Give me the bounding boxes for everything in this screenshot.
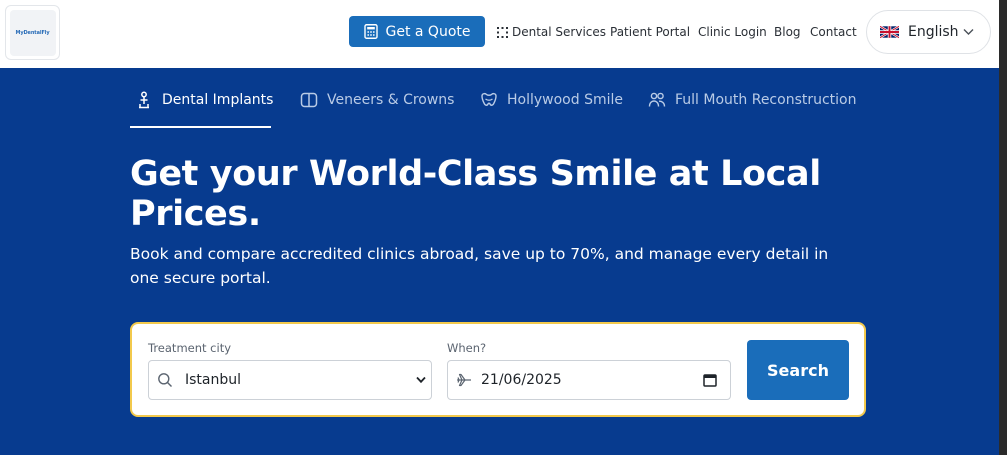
calculator-icon (363, 24, 378, 39)
tab-full-mouth-reconstruction-label: Full Mouth Reconstruction (675, 92, 857, 108)
hero-subtitle: Book and compare accredited clinics abro… (130, 245, 829, 287)
when-label: When? (447, 341, 487, 355)
grid-dots-icon (497, 26, 508, 38)
veneer-icon (300, 92, 318, 108)
scrollbar[interactable] (999, 0, 1007, 455)
active-tab-underline (130, 126, 271, 128)
hero-section: Dental Implants Veneers & Crowns Hollywo… (0, 68, 999, 455)
treatment-tabs: Dental Implants Veneers & Crowns Hollywo… (0, 68, 999, 130)
uk-flag-icon (880, 26, 899, 38)
chevron-down-icon (416, 376, 426, 384)
nav-patient-portal[interactable]: Patient Portal (610, 24, 690, 40)
tab-full-mouth-reconstruction[interactable]: Full Mouth Reconstruction (648, 92, 857, 128)
users-icon (648, 92, 666, 107)
tab-hollywood-smile[interactable]: Hollywood Smile (480, 92, 623, 128)
logo[interactable]: MyDentalFly (5, 5, 60, 60)
plane-icon (457, 373, 471, 387)
tab-veneers-crowns[interactable]: Veneers & Crowns (300, 92, 454, 128)
nav-clinic-login[interactable]: Clinic Login (698, 24, 767, 40)
treatment-city-label: Treatment city (148, 341, 232, 355)
chevron-down-icon (963, 29, 974, 35)
nav-contact[interactable]: Contact (810, 24, 857, 40)
calendar-icon[interactable] (703, 373, 717, 387)
search-icon (158, 373, 172, 387)
tab-dental-implants-label: Dental Implants (162, 92, 274, 108)
language-selector[interactable]: English (866, 10, 991, 54)
nav-dental-services-label: Dental Services (512, 25, 607, 39)
tab-veneers-crowns-label: Veneers & Crowns (327, 92, 455, 108)
travel-date-input[interactable]: 21/06/2025 (447, 360, 731, 400)
nav-blog[interactable]: Blog (774, 24, 801, 40)
get-quote-button[interactable]: Get a Quote (349, 16, 485, 47)
treatment-city-value: Istanbul (185, 372, 242, 388)
logo-text: MyDentalFly (15, 29, 50, 36)
implant-icon (139, 91, 149, 109)
smile-icon (481, 92, 497, 106)
search-card: Treatment city Istanbul When? 21/06/2025… (130, 322, 866, 417)
logo-image: MyDentalFly (9, 9, 56, 56)
travel-date-value: 21/06/2025 (481, 372, 562, 388)
get-quote-label: Get a Quote (385, 23, 471, 40)
treatment-city-select[interactable]: Istanbul (148, 360, 432, 400)
tab-hollywood-smile-label: Hollywood Smile (507, 92, 623, 108)
tab-dental-implants[interactable]: Dental Implants (135, 91, 274, 128)
search-button[interactable]: Search (747, 340, 849, 400)
site-header: MyDentalFly Get a Quote Dental Services … (0, 0, 999, 68)
hero-title: Get your World-Class Smile at Local Pric… (130, 154, 821, 234)
language-label: English (908, 24, 959, 40)
nav-dental-services[interactable]: Dental Services (497, 24, 606, 40)
